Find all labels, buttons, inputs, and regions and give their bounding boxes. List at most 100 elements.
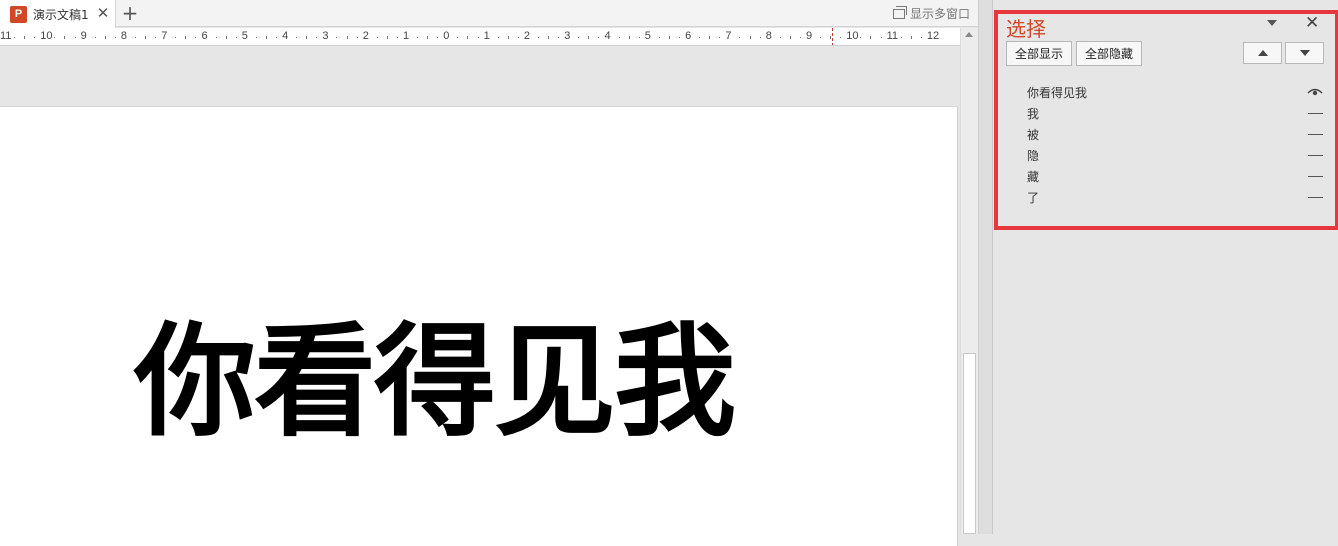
- ruler-label: 2: [362, 30, 369, 42]
- selection-list-item[interactable]: 藏: [1027, 166, 1323, 187]
- arrow-down-icon: [1299, 50, 1310, 56]
- hidden-indicator-icon[interactable]: [1308, 113, 1323, 114]
- ruler-label: 8: [765, 30, 772, 42]
- selection-item-label: 我: [1027, 107, 1040, 121]
- ruler-label: 10: [40, 30, 53, 42]
- ruler-label: 5: [644, 30, 651, 42]
- horizontal-ruler[interactable]: 11 10 9 8 7 6 5 4 3 2 1 0 1 2 3 4 5 6 7 8 9 10 11 12: [0, 28, 960, 46]
- ruler-tick: [749, 36, 751, 39]
- pane-splitter[interactable]: [978, 0, 992, 534]
- show-all-button[interactable]: 全部显示: [1006, 41, 1072, 66]
- ruler-tick: [346, 36, 348, 39]
- selection-pane: 选择 ✕ 全部显示 全部隐藏 你看得见我我被隐藏了: [992, 0, 1338, 534]
- ruler-dot: [336, 37, 338, 38]
- ruler-dot: [195, 37, 197, 38]
- ruler-dot: [679, 37, 681, 38]
- ruler-tick: [24, 36, 26, 39]
- ruler-tick: [910, 36, 912, 39]
- ruler-dot: [215, 37, 217, 38]
- ruler-tick: [628, 36, 630, 39]
- ruler-dot: [34, 37, 36, 38]
- arrow-up-icon: [1257, 50, 1268, 56]
- ruler-label: 12: [926, 30, 940, 42]
- ruler-label: 2: [523, 30, 531, 42]
- ruler-dot: [719, 37, 721, 38]
- ruler-label: 4: [604, 30, 611, 42]
- selection-list-item[interactable]: 隐: [1027, 145, 1323, 166]
- ruler-label: 7: [161, 30, 168, 42]
- bring-forward-button[interactable]: [1243, 42, 1282, 64]
- ruler-tick: [709, 36, 711, 39]
- ruler-label: 5: [241, 30, 248, 42]
- ruler-tick: [588, 36, 590, 39]
- ruler-dot: [820, 37, 822, 38]
- send-backward-button[interactable]: [1285, 42, 1324, 64]
- ruler-dot: [114, 37, 116, 38]
- ruler-dot: [155, 37, 157, 38]
- hidden-indicator-icon[interactable]: [1308, 134, 1323, 135]
- ruler-dot: [638, 37, 640, 38]
- pane-menu-dropdown-icon[interactable]: [1267, 20, 1277, 26]
- ruler-dot: [517, 37, 519, 38]
- selection-item-label: 了: [1027, 191, 1040, 205]
- ruler-dot: [175, 37, 177, 38]
- ruler-dot: [477, 37, 479, 38]
- ruler-tick: [225, 36, 227, 39]
- hide-all-button[interactable]: 全部隐藏: [1076, 41, 1142, 66]
- ruler-label: 6: [201, 30, 208, 42]
- ruler-label: 1: [403, 30, 410, 42]
- selection-list-item[interactable]: 了: [1027, 187, 1323, 208]
- ruler-dot: [880, 37, 882, 38]
- hidden-indicator-icon[interactable]: [1308, 176, 1323, 177]
- ruler-dot: [578, 37, 580, 38]
- ruler-dot: [779, 37, 781, 38]
- ruler-tick: [104, 36, 106, 39]
- multi-window-button[interactable]: 显示多窗口: [892, 5, 970, 22]
- ruler-dot: [840, 37, 842, 38]
- multi-window-icon: [892, 5, 907, 19]
- scrollbar-thumb[interactable]: [963, 353, 976, 534]
- hidden-indicator-icon[interactable]: [1308, 197, 1323, 198]
- ruler-dot: [860, 37, 862, 38]
- scroll-up-icon[interactable]: [965, 32, 973, 37]
- ruler-dot: [658, 37, 660, 38]
- selection-list-item[interactable]: 我: [1027, 103, 1323, 124]
- ruler-dot: [437, 37, 439, 38]
- ruler-dot: [276, 37, 278, 38]
- ruler-dot: [759, 37, 761, 38]
- selection-item-label: 被: [1027, 128, 1040, 142]
- ruler-dot: [618, 37, 620, 38]
- ruler-dot: [356, 37, 358, 38]
- ruler-dot: [54, 37, 56, 38]
- ruler-tick: [548, 36, 550, 39]
- ruler-tick: [265, 36, 267, 39]
- ruler-tick: [145, 36, 147, 39]
- pane-close-icon[interactable]: ✕: [1305, 13, 1319, 33]
- close-tab-icon[interactable]: ✕: [95, 5, 111, 21]
- vertical-scrollbar[interactable]: [960, 28, 978, 534]
- ruler-label: 10: [846, 30, 859, 42]
- ruler-tick: [830, 36, 832, 39]
- ruler-tick: [306, 36, 308, 39]
- document-tab-title: 演示文稿1: [33, 7, 89, 22]
- selection-list-item[interactable]: 被: [1027, 124, 1323, 145]
- pane-title: 选择: [1006, 17, 1046, 41]
- object-list: 你看得见我我被隐藏了: [1027, 82, 1323, 208]
- eye-icon[interactable]: [1307, 87, 1323, 97]
- ruler-dot: [598, 37, 600, 38]
- ruler-dot: [376, 37, 378, 38]
- selection-list-item[interactable]: 你看得见我: [1027, 82, 1323, 103]
- document-tab[interactable]: P 演示文稿1 ✕: [0, 0, 116, 28]
- slide[interactable]: 你看得见我: [0, 106, 958, 546]
- ruler-tick: [870, 36, 872, 39]
- ruler-label: 7: [725, 30, 732, 42]
- ruler-label: 9: [806, 30, 813, 42]
- hidden-indicator-icon[interactable]: [1308, 155, 1323, 156]
- ruler-tick: [507, 36, 509, 39]
- new-tab-button[interactable]: +: [120, 3, 140, 23]
- ruler-tick: [668, 36, 670, 39]
- ruler-dot: [296, 37, 298, 38]
- ruler-label: 6: [685, 30, 692, 42]
- powerpoint-icon: P: [10, 5, 27, 23]
- slide-text-box[interactable]: 你看得见我: [134, 312, 736, 452]
